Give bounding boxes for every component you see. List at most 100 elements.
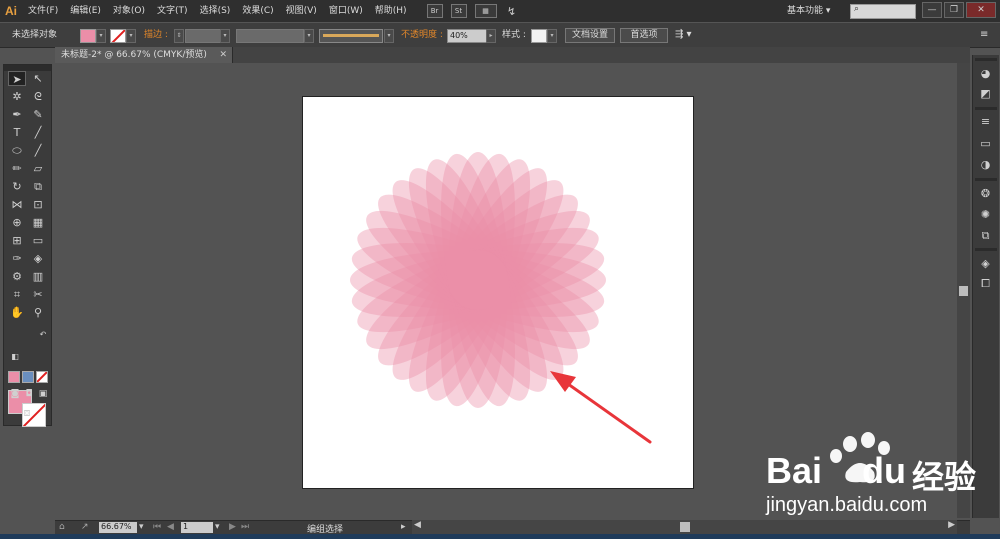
hand-tool-icon[interactable]: ✋ xyxy=(8,305,26,320)
gradient-mode-icon[interactable] xyxy=(22,371,34,383)
first-page-icon[interactable]: ⏮ xyxy=(153,522,161,532)
gpu-performance-icon[interactable]: ↯ xyxy=(505,5,519,18)
graphic-style-swatch[interactable] xyxy=(531,29,547,43)
restore-button[interactable]: ❐ xyxy=(944,2,964,18)
fill-color-swatch[interactable] xyxy=(80,29,96,43)
paintbrush-tool-icon[interactable]: ╱ xyxy=(29,143,47,158)
transparency-panel-icon[interactable]: ◑ xyxy=(977,158,994,172)
menu-item-0[interactable]: 文件(F) xyxy=(22,0,64,22)
layers-panel-icon[interactable]: ◈ xyxy=(977,257,994,271)
artboard-tool-icon[interactable]: ⌗ xyxy=(8,287,26,302)
color-guide-icon[interactable]: ◩ xyxy=(977,87,994,101)
preferences-button[interactable]: 首选项 xyxy=(620,28,668,43)
workspace-switcher[interactable]: 基本功能 ▾ xyxy=(787,3,830,16)
zoom-field[interactable]: 66.67% xyxy=(99,522,137,533)
rotate-tool-icon[interactable]: ↻ xyxy=(8,179,26,194)
menu-item-2[interactable]: 对象(O) xyxy=(107,0,151,22)
opacity-dropdown[interactable]: ▸ xyxy=(486,29,496,43)
free-transform-tool-icon[interactable]: ⊡ xyxy=(29,197,47,212)
stroke-weight-field[interactable] xyxy=(185,29,221,43)
share-icon[interactable]: ↗ xyxy=(81,522,89,532)
slice-tool-icon[interactable]: ✂ xyxy=(29,287,47,302)
color-panel-icon[interactable]: ◕ xyxy=(977,67,994,81)
arrange-documents-icon[interactable]: ▦ xyxy=(474,4,497,18)
width-tool-icon[interactable]: ⋈ xyxy=(8,197,26,212)
default-colors-icon[interactable]: ◧ xyxy=(6,349,24,364)
gradient-panel-icon[interactable]: ▭ xyxy=(977,137,994,151)
menu-item-4[interactable]: 选择(S) xyxy=(194,0,237,22)
last-page-icon[interactable]: ⏭ xyxy=(241,522,249,532)
brush-dropdown[interactable]: ▾ xyxy=(384,29,394,43)
eyedropper-tool-icon[interactable]: ✑ xyxy=(8,251,26,266)
menu-item-7[interactable]: 窗口(W) xyxy=(323,0,369,22)
lasso-tool-icon[interactable]: ᘓ xyxy=(29,89,47,104)
blend-tool-icon[interactable]: ◈ xyxy=(29,251,47,266)
align-options-icon[interactable]: ⇶ ▾ xyxy=(675,27,692,43)
close-tab-icon[interactable]: ✕ xyxy=(219,47,227,63)
document-tab[interactable]: 未标题-2* @ 66.67% (CMYK/预览) ✕ xyxy=(55,47,233,63)
line-tool-icon[interactable]: ╱ xyxy=(29,125,47,140)
artboards-panel-icon[interactable]: ⧠ xyxy=(977,277,994,291)
scroll-right-icon[interactable]: ▶ xyxy=(948,520,955,530)
appearance-panel-icon[interactable]: ❂ xyxy=(977,187,994,201)
none-mode-icon[interactable] xyxy=(36,371,48,383)
menu-item-1[interactable]: 编辑(E) xyxy=(64,0,107,22)
direct-selection-tool-icon[interactable]: ↖ xyxy=(29,71,47,86)
stroke-weight-dropdown[interactable]: ▾ xyxy=(220,29,230,43)
color-mode-icon[interactable] xyxy=(8,371,20,383)
style-dropdown[interactable]: ▾ xyxy=(547,29,557,43)
page-dropdown[interactable]: ▾ xyxy=(215,522,220,532)
stock-icon[interactable]: St xyxy=(450,4,467,18)
document-setup-button[interactable]: 文档设置 xyxy=(565,28,615,43)
horizontal-scrollbar[interactable]: ◀ ▶ xyxy=(412,520,957,534)
perspective-grid-tool-icon[interactable]: ▦ xyxy=(29,215,47,230)
symbols-panel-icon[interactable]: ⧉ xyxy=(977,229,994,243)
opacity-field[interactable]: 40% xyxy=(447,29,487,43)
eraser-tool-icon[interactable]: ▱ xyxy=(29,161,47,176)
curvature-tool-icon[interactable]: ✎ xyxy=(29,107,47,122)
type-tool-icon[interactable]: T xyxy=(8,125,26,140)
gradient-tool-icon[interactable]: ▭ xyxy=(29,233,47,248)
draw-inside-icon[interactable]: ▣ xyxy=(34,387,52,402)
minimize-button[interactable]: — xyxy=(922,2,942,18)
variable-width-profile[interactable] xyxy=(236,29,304,43)
ellipse-tool-icon[interactable]: ⬭ xyxy=(8,143,26,158)
menu-item-6[interactable]: 视图(V) xyxy=(280,0,323,22)
menu-item-3[interactable]: 文字(T) xyxy=(151,0,194,22)
graphic-styles-icon[interactable]: ✺ xyxy=(977,208,994,222)
status-menu-icon[interactable]: ▸ xyxy=(401,522,406,532)
stroke-weight-stepper[interactable]: ⇕ xyxy=(174,29,184,43)
fill-dropdown[interactable]: ▾ xyxy=(96,29,106,43)
screen-mode-icon[interactable]: ⧈ xyxy=(18,405,36,420)
scale-tool-icon[interactable]: ⧉ xyxy=(29,179,47,194)
next-page-icon[interactable]: ▶ xyxy=(229,522,236,532)
scroll-left-icon[interactable]: ◀ xyxy=(414,520,421,530)
stroke-dropdown[interactable]: ▾ xyxy=(126,29,136,43)
pen-tool-icon[interactable]: ✒ xyxy=(8,107,26,122)
close-button[interactable]: ✕ xyxy=(966,2,996,18)
selection-tool-icon[interactable]: ➤ xyxy=(8,71,26,86)
swap-colors-icon[interactable]: ↶ xyxy=(34,327,52,342)
vertical-scroll-thumb[interactable] xyxy=(959,286,968,296)
bridge-icon[interactable]: Br xyxy=(426,4,443,18)
stroke-color-swatch[interactable] xyxy=(110,29,126,43)
horizontal-scroll-thumb[interactable] xyxy=(680,522,690,532)
magic-wand-tool-icon[interactable]: ✲ xyxy=(8,89,26,104)
prev-page-icon[interactable]: ◀ xyxy=(167,522,174,532)
flower-artwork[interactable] xyxy=(303,97,693,488)
shape-builder-tool-icon[interactable]: ⊕ xyxy=(8,215,26,230)
panel-menu-icon[interactable]: ≡ xyxy=(980,27,988,43)
brush-definition[interactable] xyxy=(319,29,383,43)
menu-item-5[interactable]: 效果(C) xyxy=(236,0,279,22)
artboard[interactable] xyxy=(302,96,694,489)
nav-icon[interactable]: ⌂ xyxy=(59,522,65,532)
dock-grip[interactable] xyxy=(975,58,997,61)
zoom-dropdown[interactable]: ▾ xyxy=(139,522,144,532)
column-graph-tool-icon[interactable]: ▥ xyxy=(29,269,47,284)
stroke-label[interactable]: 描边 : xyxy=(144,27,168,43)
zoom-tool-icon[interactable]: ⚲ xyxy=(29,305,47,320)
page-field[interactable]: 1 xyxy=(181,522,213,533)
menu-item-8[interactable]: 帮助(H) xyxy=(369,0,413,22)
search-input[interactable]: ⌕ xyxy=(850,4,916,19)
pencil-tool-icon[interactable]: ✏ xyxy=(8,161,26,176)
